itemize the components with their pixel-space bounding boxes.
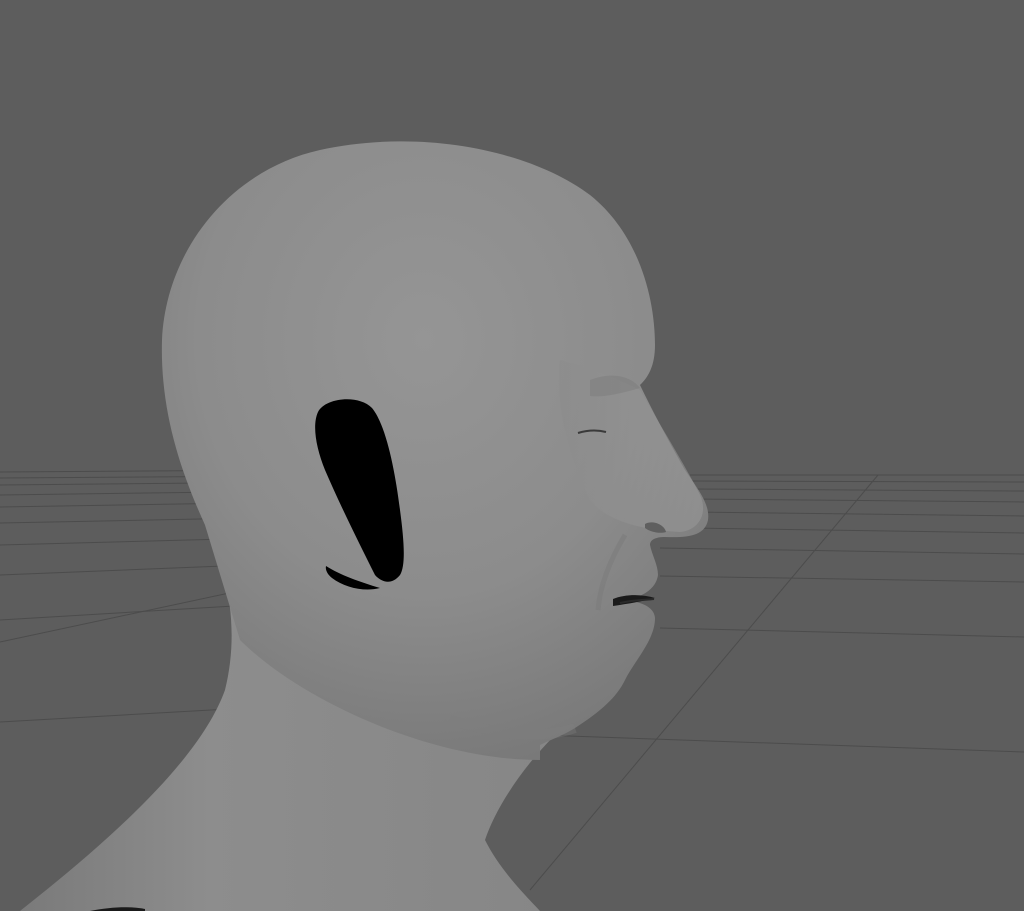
viewport-canvas[interactable]	[0, 0, 1024, 911]
head-model[interactable]	[20, 141, 709, 911]
3d-viewport[interactable]	[0, 0, 1024, 911]
